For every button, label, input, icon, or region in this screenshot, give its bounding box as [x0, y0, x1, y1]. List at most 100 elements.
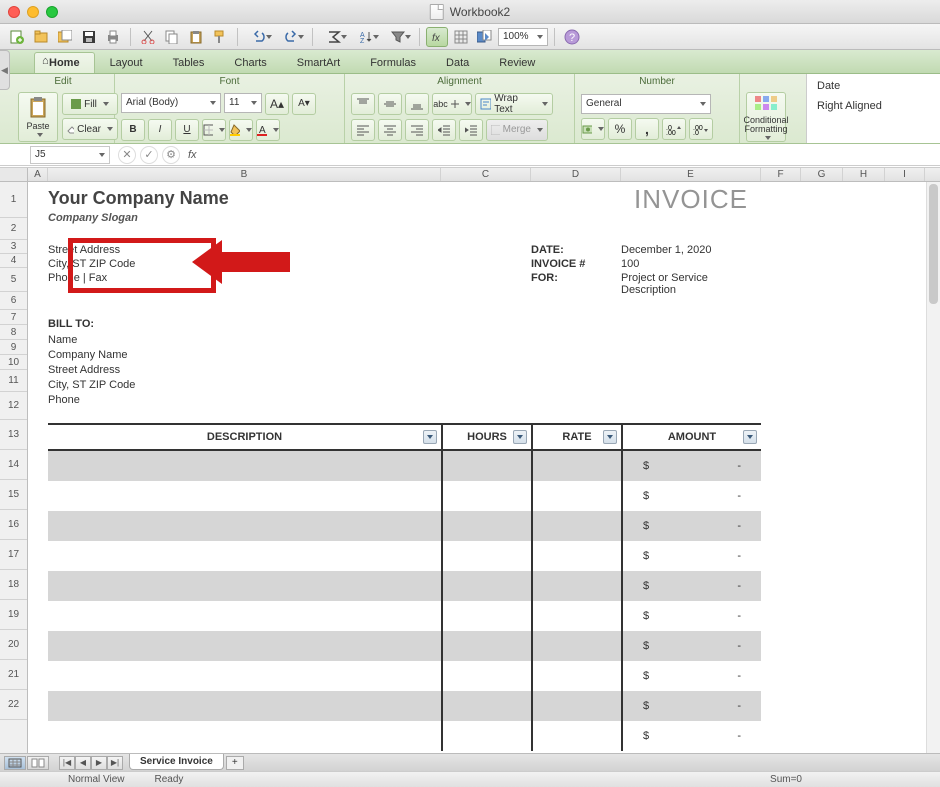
copy-button[interactable]	[161, 27, 183, 47]
align-bottom-button[interactable]	[405, 93, 429, 115]
row-header-13[interactable]: 13	[0, 420, 27, 450]
help-button[interactable]: ?	[561, 27, 583, 47]
print-button[interactable]	[102, 27, 124, 47]
row-header-5[interactable]: 5	[0, 268, 27, 292]
comma-button[interactable]: ,	[635, 118, 659, 140]
undo-button[interactable]	[244, 27, 274, 47]
row-header-8[interactable]: 8	[0, 325, 27, 340]
minimize-window-button[interactable]	[27, 6, 39, 18]
invoice-row[interactable]: $-	[48, 661, 761, 691]
row-header-14[interactable]: 14	[0, 450, 27, 480]
col-header-C[interactable]: C	[441, 168, 531, 181]
prev-sheet-button[interactable]: ◀	[75, 756, 91, 770]
invoice-row[interactable]: $-	[48, 601, 761, 631]
name-box[interactable]: J5	[30, 146, 110, 164]
col-header-G[interactable]: G	[801, 168, 843, 181]
col-header-D[interactable]: D	[531, 168, 621, 181]
row-header-22[interactable]: 22	[0, 690, 27, 720]
row-header-17[interactable]: 17	[0, 540, 27, 570]
currency-button[interactable]	[581, 118, 605, 140]
autosum-button[interactable]	[319, 27, 349, 47]
decrease-indent-button[interactable]	[432, 119, 456, 141]
slicer-date[interactable]: Date	[817, 80, 930, 92]
formula-input[interactable]	[203, 146, 940, 164]
ribbon-tab-formulas[interactable]: Formulas	[355, 52, 431, 73]
col-header-amount[interactable]: AMOUNT	[621, 425, 761, 449]
add-sheet-button[interactable]: +	[226, 756, 244, 770]
row-header-11[interactable]: 11	[0, 370, 27, 392]
col-header-F[interactable]: F	[761, 168, 801, 181]
increase-indent-button[interactable]	[459, 119, 483, 141]
row-header-9[interactable]: 9	[0, 340, 27, 355]
paste-big-button[interactable]: Paste	[18, 92, 58, 142]
col-header-H[interactable]: H	[843, 168, 885, 181]
first-sheet-button[interactable]: |◀	[59, 756, 75, 770]
row-header-20[interactable]: 20	[0, 630, 27, 660]
ribbon-tab-layout[interactable]: Layout	[95, 52, 158, 73]
ribbon-collapse-handle[interactable]: ◀	[0, 50, 10, 90]
shrink-font-button[interactable]: A▾	[292, 93, 316, 115]
invoice-row[interactable]: $-	[48, 451, 761, 481]
row-header-18[interactable]: 18	[0, 570, 27, 600]
merge-button[interactable]: Merge	[486, 119, 548, 141]
row-header-16[interactable]: 16	[0, 510, 27, 540]
row-header-19[interactable]: 19	[0, 600, 27, 630]
number-format-combo[interactable]: General	[581, 94, 711, 114]
select-all-corner[interactable]	[0, 168, 28, 181]
invoice-row[interactable]: $-	[48, 631, 761, 661]
font-name-combo[interactable]: Arial (Body)	[121, 93, 221, 113]
sort-button[interactable]: AZ	[351, 27, 381, 47]
row-header-1[interactable]: 1	[0, 182, 27, 218]
fill-button[interactable]: Fill	[62, 93, 118, 115]
col-header-hours[interactable]: HOURS	[441, 425, 531, 449]
orientation-button[interactable]: abc	[432, 93, 472, 115]
row-header-6[interactable]: 6	[0, 292, 27, 310]
row-header-3[interactable]: 3	[0, 240, 27, 254]
scroll-thumb[interactable]	[929, 184, 938, 304]
ribbon-tab-review[interactable]: Review	[484, 52, 550, 73]
row-header-2[interactable]: 2	[0, 218, 27, 240]
row-header-15[interactable]: 15	[0, 480, 27, 510]
align-center-button[interactable]	[378, 119, 402, 141]
zoom-combo[interactable]: 100%	[498, 28, 548, 46]
invoice-row[interactable]: $-	[48, 691, 761, 721]
borders-button[interactable]	[202, 119, 226, 141]
col-header-I[interactable]: I	[885, 168, 925, 181]
row-header-7[interactable]: 7	[0, 310, 27, 325]
zoom-window-button[interactable]	[46, 6, 58, 18]
filter-amount[interactable]	[743, 430, 757, 444]
bold-button[interactable]: B	[121, 119, 145, 141]
percent-button[interactable]: %	[608, 118, 632, 140]
grow-font-button[interactable]: A▴	[265, 93, 289, 115]
fill-color-button[interactable]	[229, 119, 253, 141]
col-header-description[interactable]: DESCRIPTION	[48, 425, 441, 449]
formula-builder-button[interactable]: ⚙	[162, 146, 180, 164]
filter-button[interactable]	[383, 27, 413, 47]
worksheet-cells[interactable]: Your Company Name Company Slogan INVOICE…	[28, 182, 926, 753]
open-button[interactable]	[30, 27, 52, 47]
accept-formula-button[interactable]: ✓	[140, 146, 158, 164]
slicer-right-aligned[interactable]: Right Aligned	[817, 100, 930, 112]
align-left-button[interactable]	[351, 119, 375, 141]
vertical-scrollbar[interactable]	[926, 182, 940, 753]
align-right-button[interactable]	[405, 119, 429, 141]
ribbon-tab-tables[interactable]: Tables	[158, 52, 220, 73]
ribbon-tab-smartart[interactable]: SmartArt	[282, 52, 355, 73]
page-layout-view-button[interactable]	[27, 756, 49, 770]
new-workbook-button[interactable]	[6, 27, 28, 47]
paste-button[interactable]	[185, 27, 207, 47]
font-color-button[interactable]: A	[256, 119, 280, 141]
media-browser-button[interactable]	[474, 27, 496, 47]
filter-description[interactable]	[423, 430, 437, 444]
next-sheet-button[interactable]: ▶	[91, 756, 107, 770]
row-header-4[interactable]: 4	[0, 254, 27, 268]
decrease-decimal-button[interactable]: .00.0	[689, 118, 713, 140]
align-middle-button[interactable]	[378, 93, 402, 115]
row-header-10[interactable]: 10	[0, 355, 27, 370]
col-header-B[interactable]: B	[48, 168, 441, 181]
filter-rate[interactable]	[603, 430, 617, 444]
sheet-tab-active[interactable]: Service Invoice	[129, 754, 224, 770]
ribbon-tab-charts[interactable]: Charts	[219, 52, 281, 73]
cancel-formula-button[interactable]: ✕	[118, 146, 136, 164]
redo-button[interactable]	[276, 27, 306, 47]
